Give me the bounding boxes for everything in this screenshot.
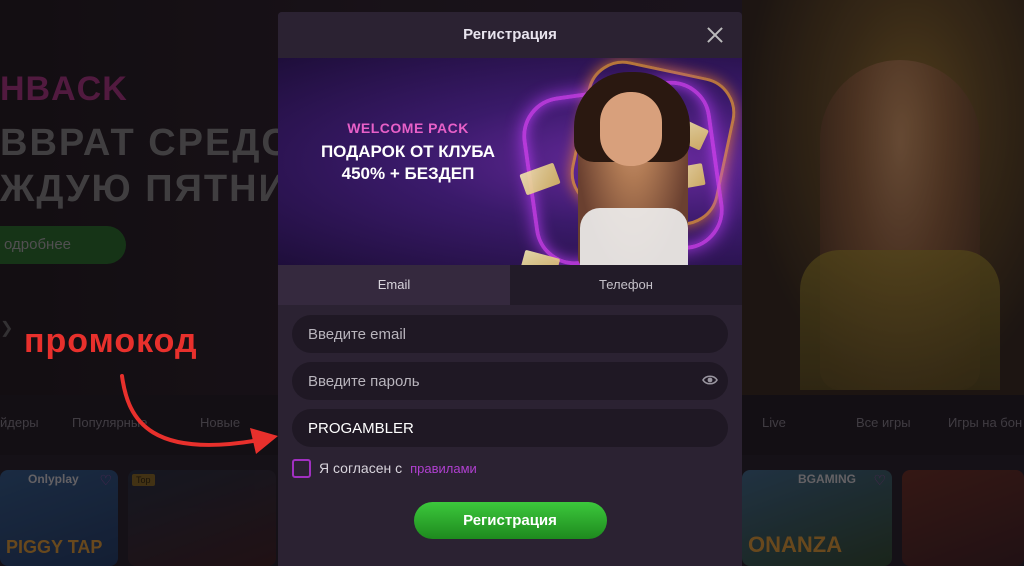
email-field-wrapper: [292, 315, 728, 353]
registration-form: Я согласен с правилами Регистрация: [278, 305, 742, 539]
password-field-wrapper: [292, 362, 728, 400]
password-field[interactable]: [292, 362, 728, 400]
tab-phone[interactable]: Телефон: [510, 265, 742, 305]
modal-title: Регистрация: [463, 26, 557, 43]
modal-header: Регистрация: [278, 12, 742, 58]
banner-headline-2: 450% + БЕЗДЕП: [341, 164, 475, 183]
terms-checkbox[interactable]: [292, 458, 311, 478]
register-button[interactable]: Регистрация: [413, 502, 607, 539]
welcome-banner: WELCOME PACK ПОДАРОК ОТ КЛУБА 450% + БЕЗ…: [278, 58, 742, 265]
terms-link[interactable]: правилами: [410, 461, 477, 476]
banner-model-top: [580, 208, 688, 265]
close-icon[interactable]: [704, 24, 726, 46]
promo-code-field[interactable]: [292, 409, 728, 447]
banner-model-face: [600, 92, 662, 166]
eye-icon[interactable]: [702, 374, 718, 386]
promo-annotation-arrow-icon: [120, 374, 278, 454]
tab-email[interactable]: Email: [278, 265, 510, 305]
auth-tabs: Email Телефон: [278, 265, 742, 305]
promo-field-wrapper: [292, 409, 728, 447]
banner-pack-label: WELCOME PACK: [347, 120, 469, 136]
banner-headline-1: ПОДАРОК ОТ КЛУБА: [320, 142, 496, 161]
registration-modal: Регистрация WELCOME PACK ПОДАРОК ОТ КЛУБ…: [278, 12, 742, 566]
terms-agreement: Я согласен с правилами: [292, 457, 728, 479]
email-field[interactable]: [292, 315, 728, 353]
terms-text: Я согласен с: [319, 460, 403, 476]
promo-annotation-label: промокод: [24, 322, 198, 360]
